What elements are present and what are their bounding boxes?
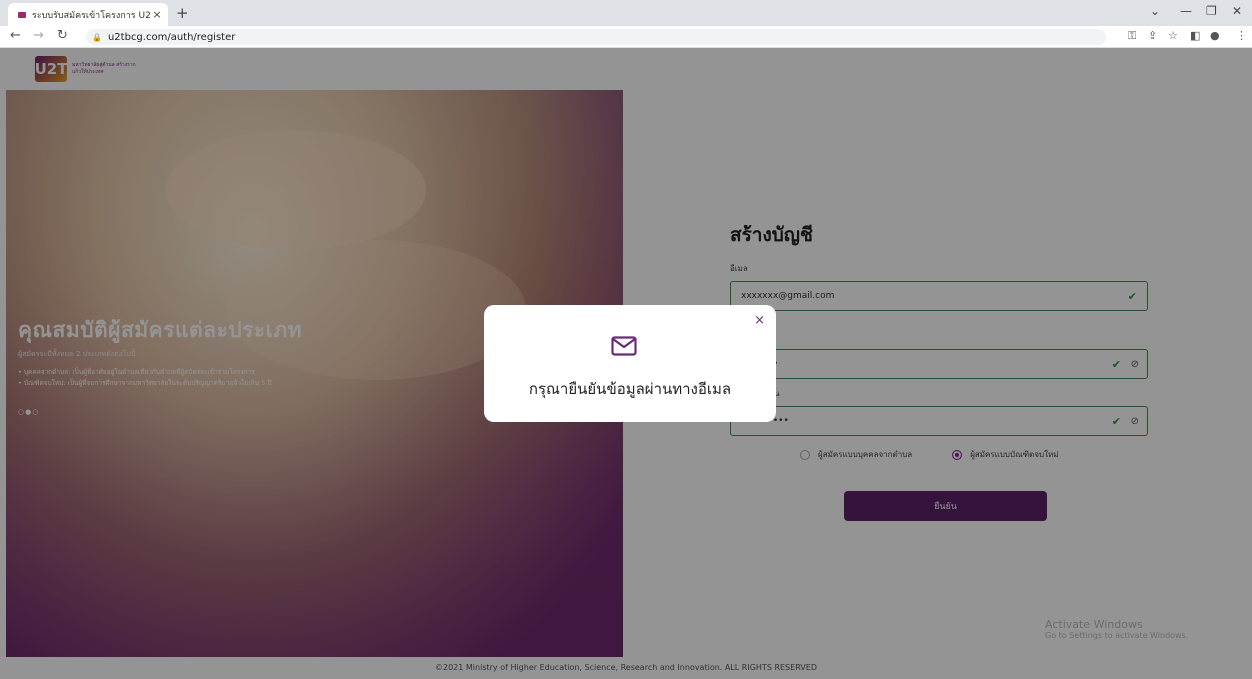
menu-kebab-icon[interactable]: ⋮	[1236, 29, 1247, 42]
reload-icon[interactable]: ↻	[57, 28, 68, 43]
email-verification-dialog: × กรุณายืนยันข้อมูลผ่านทางอีเมล	[484, 305, 776, 422]
forward-arrow-icon[interactable]: →	[33, 28, 44, 43]
tab-close-button[interactable]: ×	[150, 8, 164, 21]
tab-search-dropdown-icon[interactable]: ⌄	[1150, 4, 1160, 18]
restore-button[interactable]: ❐	[1206, 4, 1217, 18]
back-arrow-icon[interactable]: ←	[10, 28, 21, 43]
share-icon[interactable]: ⇪	[1148, 29, 1157, 42]
tab-title: ระบบรับสมัครเข้าโครงการ U2T BCG	[32, 10, 150, 21]
url-text: u2tbcg.com/auth/register	[107, 31, 236, 43]
dialog-close-button[interactable]: ×	[754, 313, 765, 328]
browser-tab-bar: ระบบรับสมัครเข้าโครงการ U2T BCG × + ⌄ — …	[0, 0, 1252, 26]
site-favicon-icon	[18, 11, 26, 18]
envelope-icon	[611, 336, 637, 356]
minimize-button[interactable]: —	[1180, 4, 1192, 18]
profile-avatar-icon[interactable]: ●	[1210, 29, 1220, 42]
address-bar[interactable]: 🔒 u2tbcg.com/auth/register	[86, 29, 1106, 45]
bookmark-star-icon[interactable]: ☆	[1168, 29, 1178, 42]
new-tab-button[interactable]: +	[176, 4, 189, 22]
password-key-icon[interactable]: ⚿	[1128, 29, 1136, 43]
lock-icon: 🔒	[92, 32, 102, 42]
dialog-message: กรุณายืนยันข้อมูลผ่านทางอีเมล	[528, 380, 732, 398]
browser-tab[interactable]: ระบบรับสมัครเข้าโครงการ U2T BCG ×	[8, 3, 168, 26]
window-close-button[interactable]: ✕	[1232, 4, 1242, 18]
side-panel-icon[interactable]: ◧	[1190, 29, 1200, 42]
browser-toolbar: ← → ↻ 🔒 u2tbcg.com/auth/register ⚿ ⇪ ☆ ◧…	[0, 26, 1252, 48]
